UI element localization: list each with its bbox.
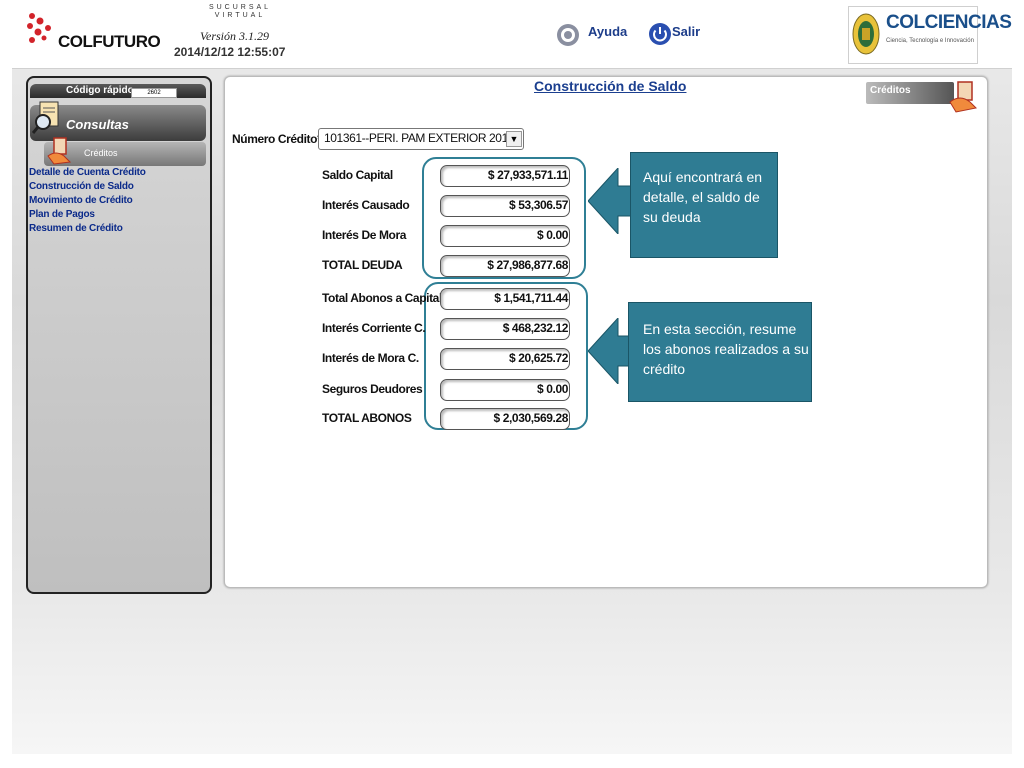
- hand-money-icon: [47, 137, 72, 165]
- quick-code-label: Código rápido: [66, 85, 134, 96]
- consultas-label[interactable]: Consultas: [66, 117, 129, 132]
- hand-money-icon: [949, 81, 978, 113]
- sucursal-virtual-label: SUCURSAL VIRTUAL: [190, 4, 290, 20]
- help-button[interactable]: [556, 23, 580, 47]
- empty-footer-area: [12, 600, 1012, 754]
- row-saldo-capital-value: $ 27,933,571.11: [487, 168, 568, 182]
- page-title: Construcción de Saldo: [534, 78, 687, 94]
- row-interes-causado-label: Interés Causado: [322, 198, 410, 212]
- help-label[interactable]: Ayuda: [588, 24, 627, 39]
- exit-label[interactable]: Salir: [672, 24, 700, 39]
- brand-name: COLFUTURO: [58, 32, 161, 51]
- callout-arrow-payments: [588, 318, 630, 384]
- row-abonos-capital-label: Total Abonos a Capital: [322, 291, 442, 305]
- row-abonos-capital-value: $ 1,541,711.44: [494, 291, 568, 305]
- partner-subtitle: Ciencia, Tecnología e Innovación: [886, 38, 974, 44]
- chevron-down-icon[interactable]: ▼: [506, 131, 522, 147]
- sidebar-link-plan[interactable]: Plan de Pagos: [29, 208, 95, 222]
- power-icon: [649, 23, 671, 45]
- credit-number-value[interactable]: 101361--PERI. PAM EXTERIOR 2011: [324, 131, 514, 145]
- row-interes-corriente-label: Interés Corriente C.: [322, 321, 426, 335]
- row-seguros-label: Seguros Deudores: [322, 382, 423, 396]
- creditos-label[interactable]: Créditos: [84, 148, 118, 158]
- callout-debt: Aquí encontrará en detalle, el saldo de …: [630, 152, 778, 258]
- callout-arrow-debt: [588, 168, 632, 234]
- row-interes-corriente-value: $ 468,232.12: [502, 321, 569, 335]
- colfuturo-logo-icon: [27, 13, 51, 43]
- row-total-deuda-label: TOTAL DEUDA: [322, 258, 403, 272]
- row-interes-mora-value: $ 0.00: [537, 228, 568, 242]
- credit-number-label: Número Crédito*: [232, 132, 322, 146]
- row-interes-mora-c-label: Interés de Mora C.: [322, 351, 419, 365]
- colfuturo-logo: COLFUTURO: [22, 8, 161, 58]
- virtual-line: VIRTUAL: [214, 12, 266, 19]
- row-total-deuda-value: $ 27,986,877.68: [487, 258, 568, 272]
- row-seguros-value: $ 0.00: [537, 382, 568, 396]
- search-document-icon: [32, 101, 59, 134]
- partner-name: COLCIENCIAS: [886, 12, 1012, 33]
- row-interes-mora-c-value: $ 20,625.72: [509, 351, 568, 365]
- row-total-abonos-value: $ 2,030,569.28: [493, 411, 569, 425]
- sidebar-link-resumen[interactable]: Resumen de Crédito: [29, 222, 123, 236]
- creditos-tab-label[interactable]: Créditos: [870, 85, 911, 96]
- callout-payments: En esta sección, resume los abonos reali…: [628, 302, 812, 402]
- help-icon: [557, 24, 579, 46]
- colombia-shield-icon: [852, 13, 880, 55]
- exit-button[interactable]: [648, 22, 672, 46]
- version-label: Versión 3.1.29: [200, 29, 269, 43]
- row-interes-mora-label: Interés De Mora: [322, 228, 407, 242]
- row-saldo-capital-label: Saldo Capital: [322, 168, 393, 182]
- sidebar-link-detalle[interactable]: Detalle de Cuenta Crédito: [29, 166, 146, 180]
- sucursal-line: SUCURSAL: [208, 4, 272, 11]
- sidebar-link-movimiento[interactable]: Movimiento de Crédito: [29, 194, 133, 208]
- sidebar-link-construccion[interactable]: Construcción de Saldo: [29, 180, 134, 194]
- datetime-label: 2014/12/12 12:55:07: [174, 45, 286, 59]
- row-interes-causado-value: $ 53,306.57: [509, 198, 568, 212]
- row-total-abonos-label: TOTAL ABONOS: [322, 411, 412, 425]
- quick-code-input[interactable]: 2602: [131, 88, 177, 98]
